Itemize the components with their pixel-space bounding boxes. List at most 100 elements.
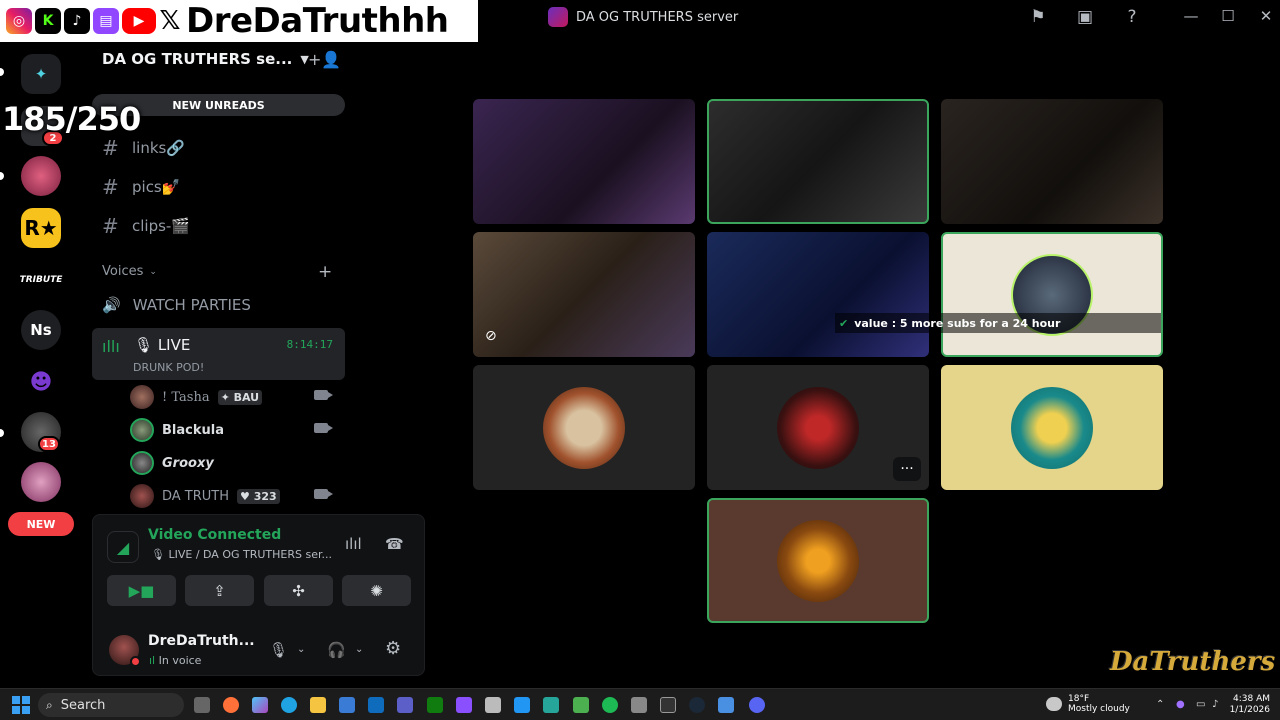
xbox-icon[interactable] xyxy=(427,697,443,713)
network-icon[interactable]: ▭ xyxy=(1196,699,1208,711)
app-icon-15[interactable] xyxy=(631,697,647,713)
tile-more-button[interactable]: ··· xyxy=(893,457,921,481)
avatar xyxy=(130,385,154,409)
voice-user-da-truth[interactable]: DA TRUTH ♥ 323 xyxy=(130,483,336,509)
live-label: LIVE xyxy=(157,336,191,354)
voice-user-tasha[interactable]: ! Tasha ✦ BAU xyxy=(130,384,336,410)
twitch-icon: ▤ xyxy=(93,8,119,34)
video-tile-2[interactable] xyxy=(707,99,929,224)
voice-user-blackula[interactable]: Blackula xyxy=(130,417,336,443)
headphones-icon[interactable]: 🎧 xyxy=(327,641,346,659)
channel-pics[interactable]: # pics💅 xyxy=(102,172,180,202)
new-unreads-badge[interactable]: NEW xyxy=(8,512,74,536)
tag-label: 323 xyxy=(253,489,277,503)
category-voices[interactable]: Voices ⌄ xyxy=(102,264,157,279)
voice-user-grooxy[interactable]: Grooxy xyxy=(130,450,336,476)
app-icon-13[interactable] xyxy=(573,697,589,713)
tray-overflow-icon[interactable]: ⌃ xyxy=(1156,699,1168,711)
camera-button[interactable]: ▶■ xyxy=(107,575,176,606)
watermark-logo: DaTruthers xyxy=(1110,647,1276,677)
server-icon xyxy=(548,7,568,27)
server-item-rockstar[interactable]: R★ xyxy=(21,208,61,248)
avatar xyxy=(130,451,154,475)
tray-app-icon[interactable]: ● xyxy=(1176,699,1188,711)
app-icon-9[interactable] xyxy=(456,697,472,713)
video-tile-4[interactable] xyxy=(473,232,695,357)
help-icon[interactable]: ? xyxy=(1120,6,1144,28)
add-channel-icon[interactable]: + xyxy=(318,262,332,282)
edge-icon[interactable] xyxy=(281,697,297,713)
chevron-down-icon: ⌄ xyxy=(149,266,157,277)
user-tag: ♥ 323 xyxy=(237,488,280,504)
stream-overlay-banner: ◎ K ♪ ▤ ▶ 𝕏 DreDaTruthhh xyxy=(0,0,478,42)
app-icon-11[interactable] xyxy=(514,697,530,713)
server-item-9[interactable] xyxy=(21,462,61,502)
chevron-down-icon[interactable]: ⌄ xyxy=(355,644,363,655)
server-item-7[interactable]: ☻ xyxy=(21,362,61,402)
close-button[interactable]: ✕ xyxy=(1251,5,1280,27)
screen-share-button[interactable]: ⇪ xyxy=(185,575,254,606)
video-tile-1[interactable] xyxy=(473,99,695,224)
category-label: Voices xyxy=(102,264,144,279)
inbox-flag-icon[interactable]: ⚑ xyxy=(1026,6,1050,28)
epic-games-icon[interactable] xyxy=(660,697,676,713)
copilot-icon[interactable] xyxy=(252,697,268,713)
photos-icon[interactable] xyxy=(543,697,559,713)
task-view-icon[interactable] xyxy=(194,697,210,713)
weather-temperature: 18°F xyxy=(1068,694,1090,704)
soundboard-button[interactable]: ✺ xyxy=(342,575,411,606)
voice-channel-live[interactable]: ıllı 🎙 LIVE 8:14:17 DRUNK POD! xyxy=(92,328,345,380)
maximize-button[interactable]: ☐ xyxy=(1213,5,1243,27)
activities-button[interactable]: ✣ xyxy=(264,575,333,606)
teams-icon[interactable] xyxy=(397,697,413,713)
server-item-3[interactable] xyxy=(21,156,61,196)
disconnect-icon[interactable]: ☎ xyxy=(385,535,404,553)
avatar-tile-10[interactable] xyxy=(707,498,929,623)
voice-status[interactable]: Video Connected xyxy=(148,527,281,543)
clock-time: 4:38 AM xyxy=(1233,694,1270,704)
channel-name: clips-🎬 xyxy=(132,217,191,235)
app-icon-10[interactable] xyxy=(485,697,501,713)
video-tile-6[interactable] xyxy=(941,232,1163,357)
speaker-icon: 🔊 xyxy=(102,296,121,314)
microphone-icon[interactable]: 🎙 xyxy=(269,641,288,659)
invite-people-icon[interactable]: +👤 xyxy=(308,50,341,70)
channel-clips[interactable]: # clips-🎬 xyxy=(102,211,190,241)
gear-icon[interactable]: ⚙ xyxy=(385,638,401,659)
system-clock[interactable]: 4:38 AM 1/1/2026 xyxy=(1226,694,1270,716)
spotify-icon[interactable] xyxy=(602,697,618,713)
search-icon: ⌕ xyxy=(46,697,53,712)
file-explorer-icon[interactable] xyxy=(310,697,326,713)
volume-icon[interactable]: ♪ xyxy=(1212,699,1224,711)
server-item-ns[interactable]: Ns xyxy=(21,310,61,350)
inbox-icon[interactable]: ▣ xyxy=(1073,6,1097,28)
start-button[interactable] xyxy=(12,696,30,714)
server-item-1[interactable]: ✦ xyxy=(21,54,61,94)
discord-icon[interactable] xyxy=(749,697,765,713)
avatar-tile-9[interactable] xyxy=(941,365,1163,490)
youtube-icon: ▶ xyxy=(122,8,156,34)
voice-channel-link[interactable]: 🎙 LIVE / DA OG TRUTHERS ser... xyxy=(151,548,332,561)
weather-widget[interactable]: 18°F Mostly cloudy xyxy=(1046,694,1130,714)
outlook-icon[interactable] xyxy=(368,697,384,713)
weather-description: Mostly cloudy xyxy=(1068,704,1130,714)
user-avatar-tile-7 xyxy=(543,386,625,469)
noise-suppression-icon[interactable]: ılıl xyxy=(345,535,362,553)
username: DA TRUTH xyxy=(162,488,230,504)
video-tile-3[interactable] xyxy=(941,99,1163,224)
taskbar-search[interactable]: ⌕ Search xyxy=(38,693,184,717)
avatar-tile-7[interactable] xyxy=(473,365,695,490)
steam-icon[interactable] xyxy=(689,697,705,713)
camera-icon xyxy=(314,423,333,433)
user-tag: ✦ BAU xyxy=(217,389,263,405)
server-name: DA OG TRUTHERS se... xyxy=(102,50,293,68)
video-tile-5[interactable] xyxy=(707,232,929,357)
minimize-button[interactable]: — xyxy=(1176,5,1206,27)
user-name[interactable]: DreDaTruth... xyxy=(148,633,255,649)
chevron-down-icon[interactable]: ⌄ xyxy=(297,644,305,655)
channel-watch-parties[interactable]: 🔊 WATCH PARTIES xyxy=(102,296,251,314)
app-icon-18[interactable] xyxy=(718,697,734,713)
firefox-icon[interactable] xyxy=(223,697,239,713)
server-item-tribute[interactable]: TRIBUTE xyxy=(18,260,64,300)
store-icon[interactable] xyxy=(339,697,355,713)
